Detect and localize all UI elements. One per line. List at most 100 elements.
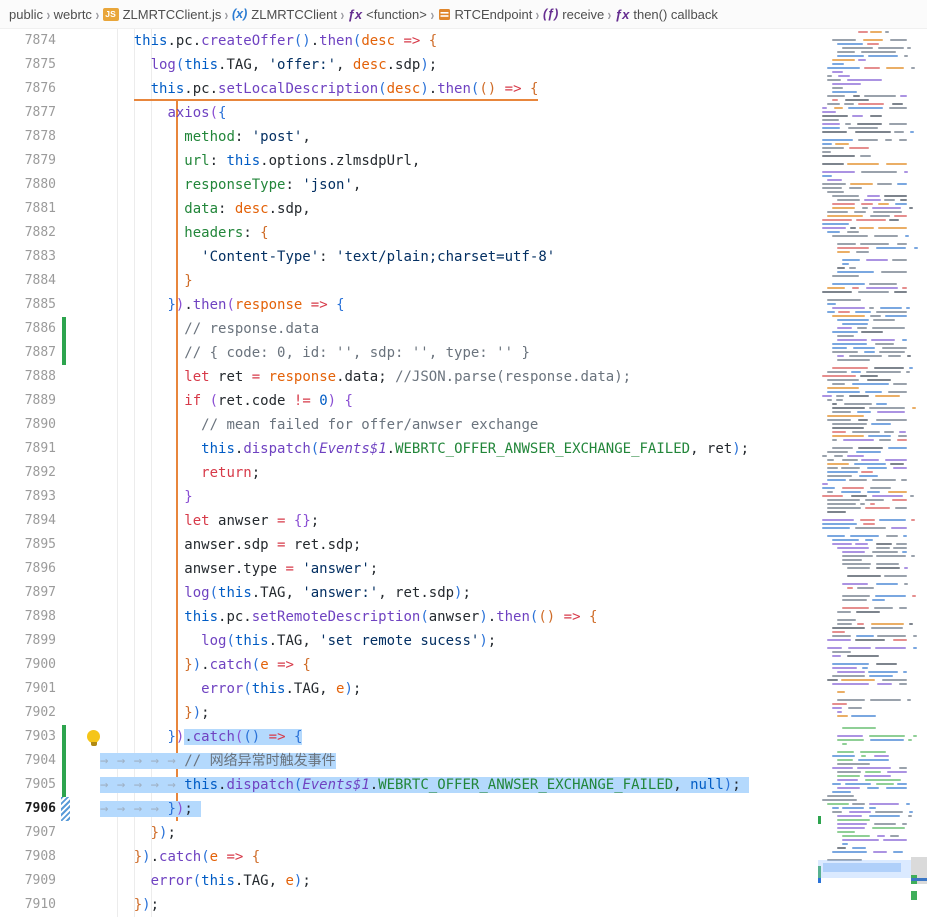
gutter-change-indicator[interactable] <box>62 317 66 365</box>
code-line[interactable]: 7885 }).then(response => { <box>0 293 927 317</box>
line-number[interactable]: 7893 <box>0 485 56 509</box>
code-line[interactable]: 7893 } <box>0 485 927 509</box>
code-line[interactable]: 7904→ → → → → // 网络异常时触发事件 <box>0 749 927 773</box>
line-number[interactable]: 7881 <box>0 197 56 221</box>
code-line[interactable]: 7876 this.pc.setLocalDescription(desc).t… <box>0 77 927 101</box>
breadcrumb-item[interactable]: RTCEndpoint <box>438 7 533 22</box>
code-editor[interactable]: 7874 this.pc.createOffer().then(desc => … <box>0 29 927 917</box>
code-line[interactable]: 7890 // mean failed for offer/anwser exc… <box>0 413 927 437</box>
line-number[interactable]: 7876 <box>0 77 56 101</box>
minimap-code-row <box>832 275 859 277</box>
gutter-change-indicator[interactable] <box>62 725 66 797</box>
code-line[interactable]: 7886 // response.data <box>0 317 927 341</box>
line-number[interactable]: 7904 <box>0 749 56 773</box>
line-number[interactable]: 7877 <box>0 101 56 125</box>
line-number[interactable]: 7909 <box>0 869 56 893</box>
line-number[interactable]: 7884 <box>0 269 56 293</box>
code-line[interactable]: 7903 }).catch(() => { <box>0 725 927 749</box>
code-line[interactable]: 7909 error(this.TAG, e); <box>0 869 927 893</box>
vertical-scrollbar[interactable] <box>911 29 927 917</box>
minimap-code-row <box>822 155 855 157</box>
code-line[interactable]: 7895 anwser.sdp = ret.sdp; <box>0 533 927 557</box>
line-number[interactable]: 7878 <box>0 125 56 149</box>
line-number[interactable]: 7903 <box>0 725 56 749</box>
code-line[interactable]: 7910 }); <box>0 893 927 917</box>
line-number[interactable]: 7889 <box>0 389 56 413</box>
minimap-code-row <box>870 487 891 489</box>
line-number[interactable]: 7886 <box>0 317 56 341</box>
line-number[interactable]: 7898 <box>0 605 56 629</box>
code-line[interactable]: 7906→ → → → }); <box>0 797 927 821</box>
line-number[interactable]: 7901 <box>0 677 56 701</box>
code-line[interactable]: 7875 log(this.TAG, 'offer:', desc.sdp); <box>0 53 927 77</box>
line-number[interactable]: 7894 <box>0 509 56 533</box>
line-number[interactable]: 7899 <box>0 629 56 653</box>
line-number[interactable]: 7891 <box>0 437 56 461</box>
code-line[interactable]: 7883 'Content-Type': 'text/plain;charset… <box>0 245 927 269</box>
line-number[interactable]: 7908 <box>0 845 56 869</box>
line-number[interactable]: 7885 <box>0 293 56 317</box>
minimap-code-row <box>856 219 886 221</box>
code-line[interactable]: 7887 // { code: 0, id: '', sdp: '', type… <box>0 341 927 365</box>
line-number[interactable]: 7897 <box>0 581 56 605</box>
minimap-code-row <box>827 103 840 105</box>
minimap-code-row <box>832 331 858 333</box>
line-number[interactable]: 7890 <box>0 413 56 437</box>
line-number[interactable]: 7895 <box>0 533 56 557</box>
code-line[interactable]: 7878 method: 'post', <box>0 125 927 149</box>
minimap-slider[interactable] <box>818 860 911 878</box>
breadcrumb-item[interactable]: (ƒ)receive <box>543 7 604 22</box>
minimap-code-row <box>857 411 871 413</box>
line-number[interactable]: 7902 <box>0 701 56 725</box>
line-number[interactable]: 7892 <box>0 461 56 485</box>
line-number[interactable]: 7882 <box>0 221 56 245</box>
breadcrumb-item[interactable]: webrtc <box>54 7 92 22</box>
code-line[interactable]: 7896 anwser.type = 'answer'; <box>0 557 927 581</box>
line-number[interactable]: 7900 <box>0 653 56 677</box>
breadcrumb-item[interactable]: (x)ZLMRTCClient <box>232 7 337 22</box>
line-number[interactable]: 7875 <box>0 53 56 77</box>
line-number[interactable]: 7910 <box>0 893 56 917</box>
breadcrumb-item[interactable]: public <box>9 7 43 22</box>
line-number[interactable]: 7888 <box>0 365 56 389</box>
line-number[interactable]: 7905 <box>0 773 56 797</box>
line-number[interactable]: 7879 <box>0 149 56 173</box>
line-number[interactable]: 7880 <box>0 173 56 197</box>
code-line[interactable]: 7889 if (ret.code != 0) { <box>0 389 927 413</box>
breadcrumb-item[interactable]: ƒxthen() callback <box>615 7 718 22</box>
minimap[interactable] <box>818 29 911 917</box>
minimap-code-row <box>827 75 832 77</box>
code-line[interactable]: 7888 let ret = response.data; //JSON.par… <box>0 365 927 389</box>
code-line[interactable]: 7877 axios({ <box>0 101 927 125</box>
breadcrumb-item[interactable]: JSZLMRTCClient.js <box>103 7 222 22</box>
lightbulb-icon[interactable] <box>87 730 100 743</box>
code-line[interactable]: 7879 url: this.options.zlmsdpUrl, <box>0 149 927 173</box>
minimap-code-row <box>837 831 855 833</box>
code-line[interactable]: 7894 let anwser = {}; <box>0 509 927 533</box>
code-line[interactable]: 7902 }); <box>0 701 927 725</box>
line-number[interactable]: 7874 <box>0 29 56 53</box>
code-line[interactable]: 7882 headers: { <box>0 221 927 245</box>
code-line[interactable]: 7884 } <box>0 269 927 293</box>
line-number[interactable]: 7887 <box>0 341 56 365</box>
code-line[interactable]: 7898 this.pc.setRemoteDescription(anwser… <box>0 605 927 629</box>
code-line[interactable]: 7900 }).catch(e => { <box>0 653 927 677</box>
line-number[interactable]: 7907 <box>0 821 56 845</box>
minimap-code-row <box>875 395 900 397</box>
code-line[interactable]: 7899 log(this.TAG, 'set remote sucess'); <box>0 629 927 653</box>
code-line[interactable]: 7907 }); <box>0 821 927 845</box>
code-line[interactable]: 7892 return; <box>0 461 927 485</box>
line-number[interactable]: 7883 <box>0 245 56 269</box>
code-line[interactable]: 7874 this.pc.createOffer().then(desc => … <box>0 29 927 53</box>
breadcrumb-item[interactable]: ƒx<function> <box>348 7 427 22</box>
code-line[interactable]: 7901 error(this.TAG, e); <box>0 677 927 701</box>
code-line[interactable]: 7908 }).catch(e => { <box>0 845 927 869</box>
line-number[interactable]: 7906 <box>0 797 56 821</box>
code-line[interactable]: 7891 this.dispatch(Events$1.WEBRTC_OFFER… <box>0 437 927 461</box>
code-line[interactable]: 7897 log(this.TAG, 'answer:', ret.sdp); <box>0 581 927 605</box>
line-number[interactable]: 7896 <box>0 557 56 581</box>
breadcrumb: public›webrtc›JSZLMRTCClient.js›(x)ZLMRT… <box>0 0 927 29</box>
code-line[interactable]: 7905→ → → → → this.dispatch(Events$1.WEB… <box>0 773 927 797</box>
code-line[interactable]: 7880 responseType: 'json', <box>0 173 927 197</box>
code-line[interactable]: 7881 data: desc.sdp, <box>0 197 927 221</box>
